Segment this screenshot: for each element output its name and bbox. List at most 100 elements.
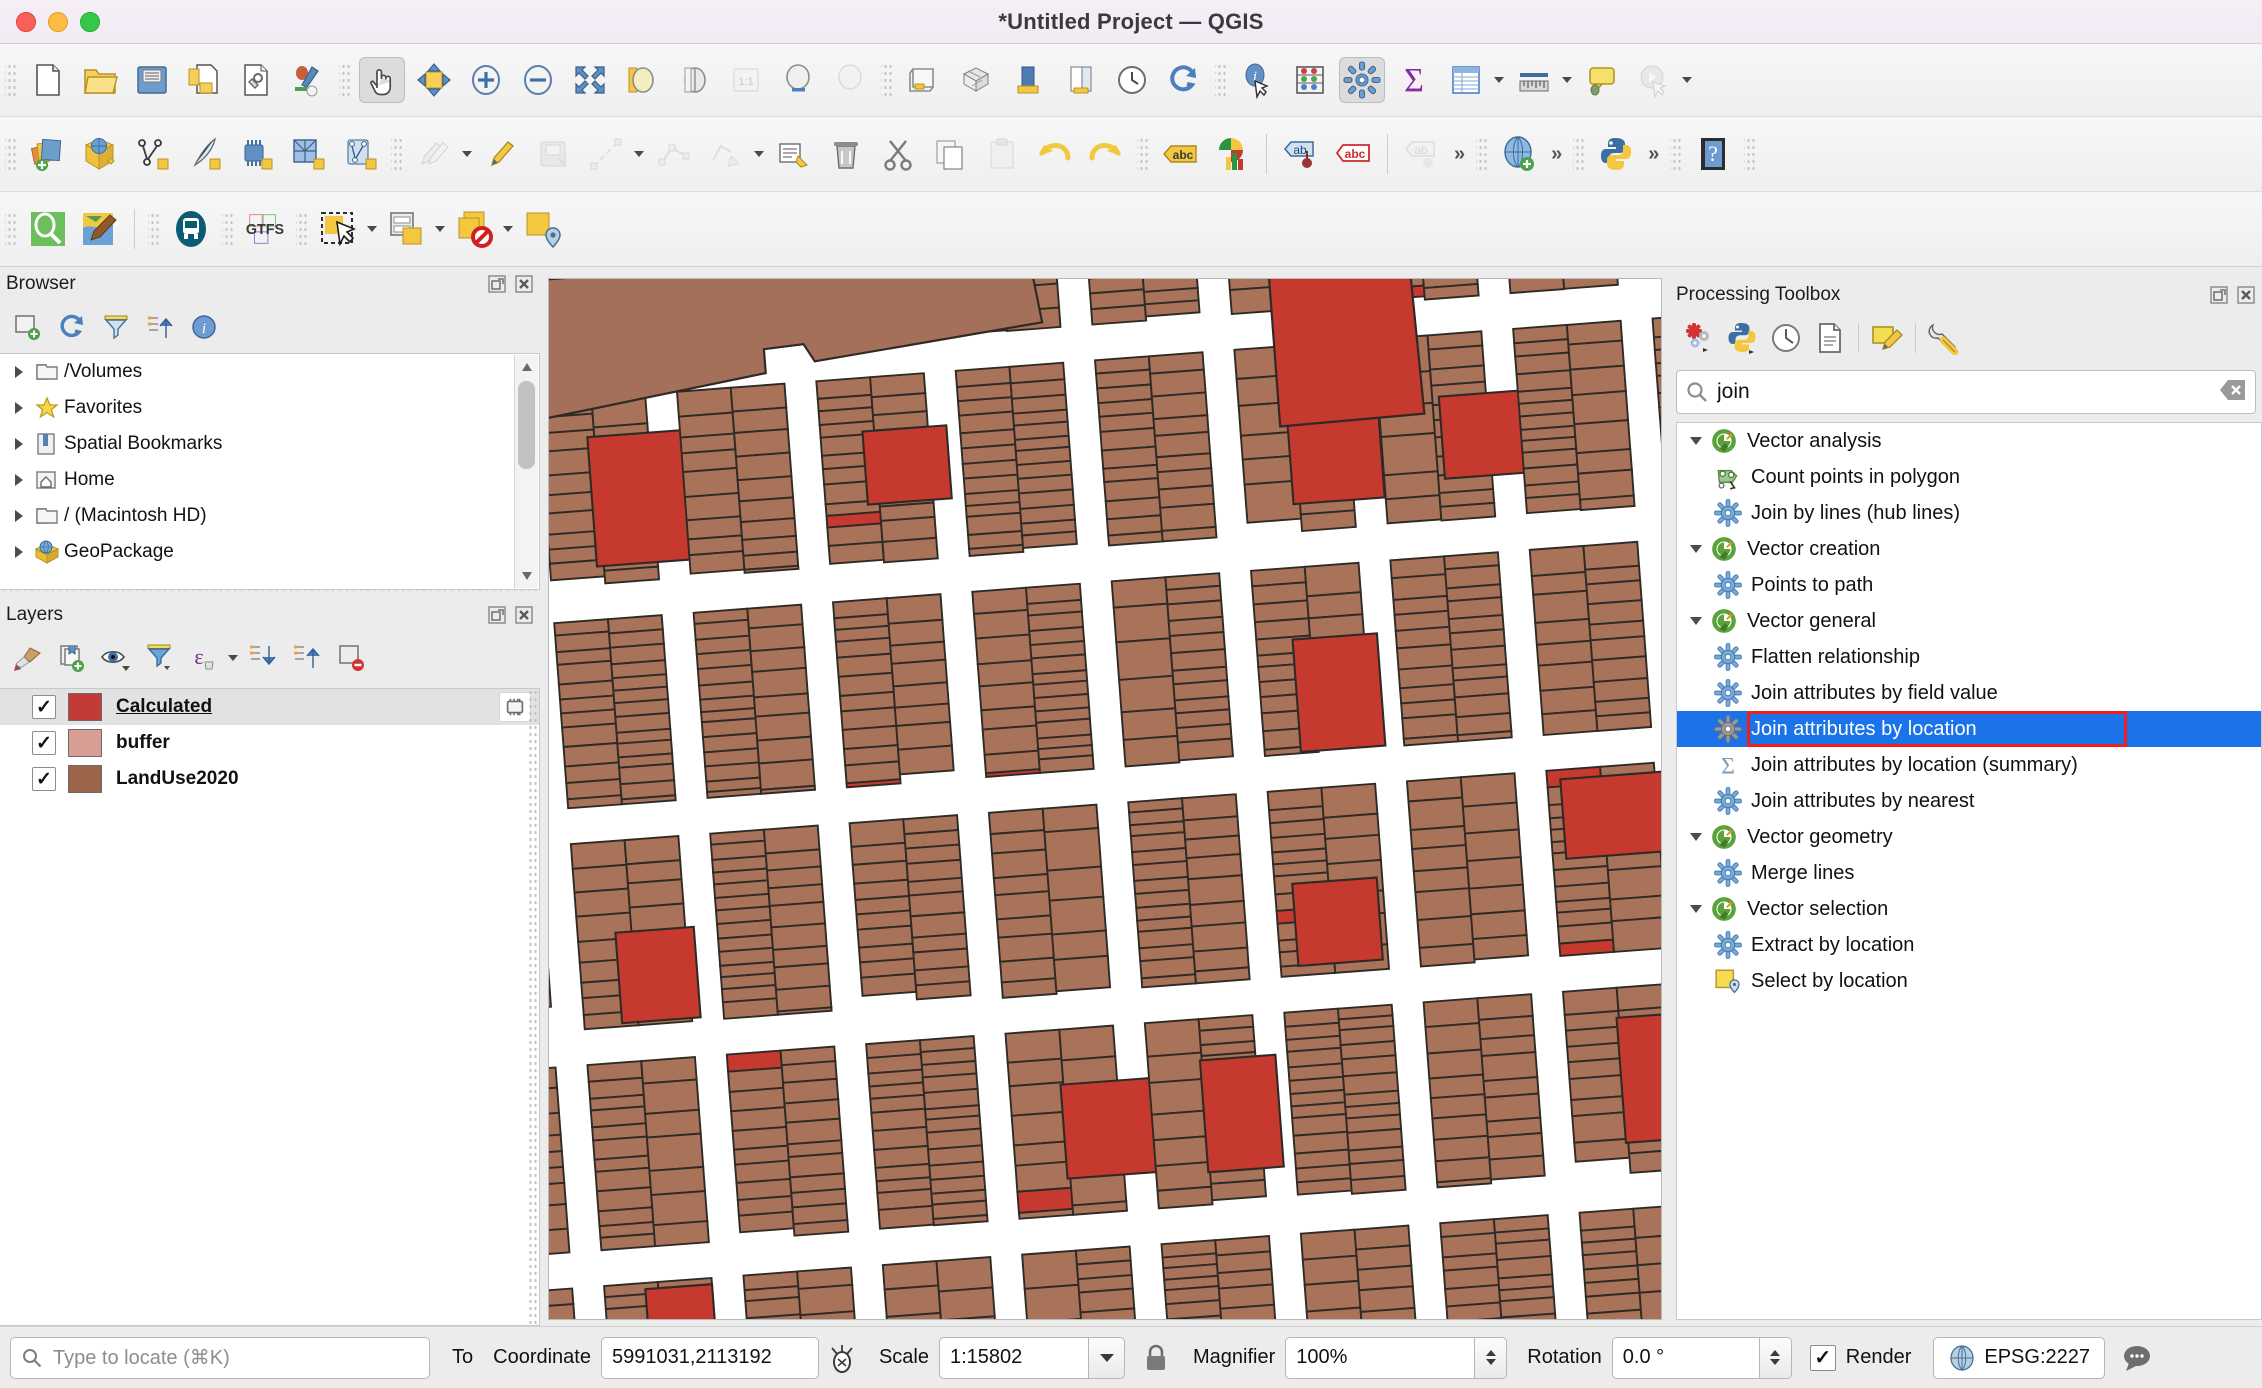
algorithm-group[interactable]: Vector creation: [1677, 531, 2261, 567]
add-feature-icon[interactable]: [583, 131, 629, 177]
open-layer-styling-icon[interactable]: [6, 636, 50, 680]
rotation-field[interactable]: 0.0 °: [1612, 1337, 1760, 1379]
select-features-icon[interactable]: [316, 206, 362, 252]
quick-osm-icon[interactable]: [25, 206, 71, 252]
close-panel-button[interactable]: [513, 273, 535, 295]
zoom-native-icon[interactable]: 1:1: [723, 57, 769, 103]
chevron-down-icon[interactable]: [1685, 905, 1707, 913]
edit-model-icon[interactable]: [1865, 316, 1909, 360]
add-vector-layer-icon[interactable]: [77, 131, 123, 177]
show-properties-icon[interactable]: i: [182, 305, 226, 349]
clear-search-icon[interactable]: [2219, 378, 2247, 407]
temporal-controller-icon[interactable]: [1109, 57, 1155, 103]
save-project-icon[interactable]: [129, 57, 175, 103]
add-mesh-layer-icon[interactable]: [233, 131, 279, 177]
python-console-icon[interactable]: [1593, 131, 1639, 177]
browser-item[interactable]: Home: [0, 462, 539, 498]
zoom-full-icon[interactable]: [567, 57, 613, 103]
filter-legend-icon[interactable]: [138, 636, 182, 680]
algorithm-item[interactable]: Join attributes by field value: [1677, 675, 2261, 711]
add-selected-layers-icon[interactable]: [6, 305, 50, 349]
paste-features-icon[interactable]: [979, 131, 1025, 177]
chevron-down-icon[interactable]: [1685, 833, 1707, 841]
select-features-dropdown[interactable]: [365, 206, 379, 252]
undo-icon[interactable]: [1031, 131, 1077, 177]
algorithm-item[interactable]: ΣJoin attributes by location (summary): [1677, 747, 2261, 783]
toolbar-overflow-chevron[interactable]: »: [1642, 143, 1665, 166]
deselect-dropdown[interactable]: [501, 206, 515, 252]
render-checkbox[interactable]: ✓: [1810, 1345, 1836, 1371]
models-icon[interactable]: [1676, 316, 1720, 360]
refresh-icon[interactable]: [1161, 57, 1207, 103]
history-icon[interactable]: [1764, 316, 1808, 360]
toolbar-overflow-chevron[interactable]: »: [1545, 143, 1568, 166]
close-panel-button[interactable]: [513, 604, 535, 626]
run-feature-action-icon[interactable]: [1631, 57, 1677, 103]
help-icon[interactable]: ?: [1690, 131, 1736, 177]
map-tips-icon[interactable]: [1579, 57, 1625, 103]
zoom-next-icon[interactable]: [827, 57, 873, 103]
toolbar-grip[interactable]: [1137, 135, 1149, 173]
toggle-extents-icon[interactable]: [829, 1342, 859, 1374]
deselect-features-icon[interactable]: [452, 206, 498, 252]
layer-visibility-checkbox[interactable]: ✓: [32, 767, 56, 791]
scale-dropdown-arrow[interactable]: [1089, 1337, 1125, 1379]
scripts-icon[interactable]: [1720, 316, 1764, 360]
expand-arrow-icon[interactable]: [8, 366, 30, 378]
cut-features-icon[interactable]: [875, 131, 921, 177]
save-project-as-icon[interactable]: [181, 57, 227, 103]
select-by-location-icon[interactable]: [520, 206, 566, 252]
open-data-source-manager-icon[interactable]: [25, 131, 71, 177]
new-print-layout-icon[interactable]: [1005, 57, 1051, 103]
undock-panel-button[interactable]: [486, 604, 508, 626]
statistical-summary-icon[interactable]: [1287, 57, 1333, 103]
gtfs-icon[interactable]: GTFS: [242, 206, 288, 252]
toolbar-grip[interactable]: [1670, 135, 1682, 173]
qgis-map-edit-icon[interactable]: [77, 206, 123, 252]
pan-map-icon[interactable]: [359, 57, 405, 103]
attribute-table-dropdown[interactable]: [1492, 57, 1506, 103]
modify-attributes-icon[interactable]: [703, 131, 749, 177]
zoom-selection-icon[interactable]: [619, 57, 665, 103]
layer-item[interactable]: ✓LandUse2020: [0, 761, 539, 797]
redo-icon[interactable]: [1083, 131, 1129, 177]
browser-item[interactable]: /Volumes: [0, 354, 539, 390]
expand-all-icon[interactable]: [242, 636, 286, 680]
algorithm-group[interactable]: Vector geometry: [1677, 819, 2261, 855]
copy-features-icon[interactable]: [927, 131, 973, 177]
chevron-down-icon[interactable]: [1685, 545, 1707, 553]
rotation-stepper[interactable]: [1760, 1337, 1792, 1379]
toolbar-grip[interactable]: [5, 135, 17, 173]
toolbar-grip[interactable]: [339, 61, 351, 99]
layout-manager-icon[interactable]: [1057, 57, 1103, 103]
browser-item[interactable]: Favorites: [0, 390, 539, 426]
pin-labels-icon[interactable]: ab: [1278, 131, 1324, 177]
vertex-tool-icon[interactable]: [651, 131, 697, 177]
messages-icon[interactable]: [2121, 1343, 2153, 1373]
chevron-down-icon[interactable]: [1685, 437, 1707, 445]
lock-scale-icon[interactable]: [1143, 1342, 1169, 1374]
magnifier-stepper[interactable]: [1475, 1337, 1507, 1379]
processing-chip-icon[interactable]: [499, 692, 531, 722]
toolbar-grip[interactable]: [1215, 61, 1227, 99]
add-delimited-text-layer-icon[interactable]: [181, 131, 227, 177]
add-vector-tile-layer-icon[interactable]: [337, 131, 383, 177]
algorithm-item[interactable]: Join by lines (hub lines): [1677, 495, 2261, 531]
layer-item[interactable]: ✓buffer: [0, 725, 539, 761]
current-edits-icon[interactable]: [411, 131, 457, 177]
expand-arrow-icon[interactable]: [8, 546, 30, 558]
filter-browser-icon[interactable]: [94, 305, 138, 349]
browser-item[interactable]: GeoPackage: [0, 534, 539, 570]
options-icon[interactable]: [1922, 316, 1966, 360]
toolbar-overflow-chevron[interactable]: »: [1448, 143, 1471, 166]
new-map-view-icon[interactable]: [901, 57, 947, 103]
scroll-up-button[interactable]: [515, 355, 538, 379]
algorithm-item[interactable]: Select by location: [1677, 963, 2261, 999]
move-label-icon[interactable]: ab: [1399, 131, 1445, 177]
select-expression-dropdown[interactable]: [433, 206, 447, 252]
refresh-icon[interactable]: [50, 305, 94, 349]
panel-splitter[interactable]: [0, 586, 540, 594]
magnifier-field[interactable]: 100%: [1285, 1337, 1475, 1379]
style-manager-icon[interactable]: [285, 57, 331, 103]
add-group-icon[interactable]: [50, 636, 94, 680]
